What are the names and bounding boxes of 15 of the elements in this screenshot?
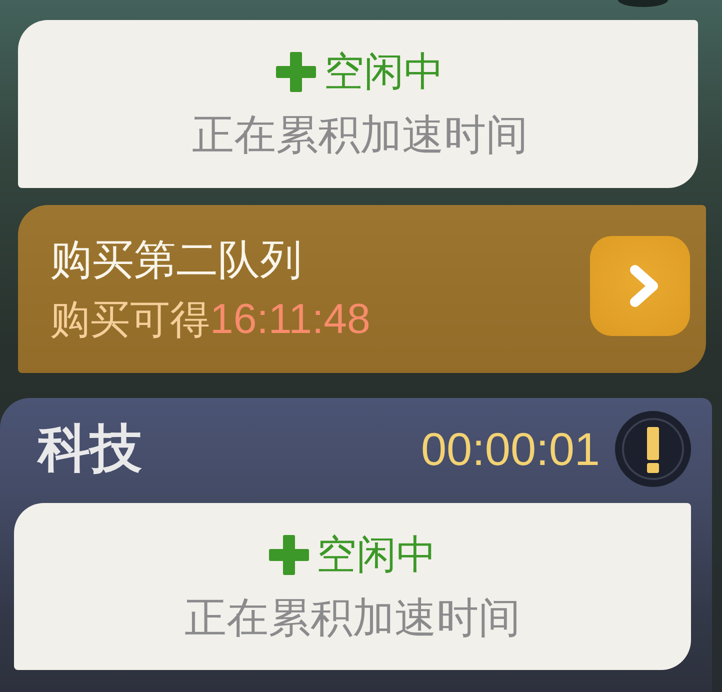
reward-label: 购买可得 bbox=[50, 296, 210, 344]
plus-icon bbox=[276, 52, 316, 92]
banner-title: 购买第二队列 bbox=[50, 234, 303, 284]
round-badge-icon bbox=[618, 0, 668, 7]
status-note: 正在累积加速时间 bbox=[192, 110, 528, 160]
countdown-timer: 00:00:01 bbox=[420, 422, 600, 476]
open-button[interactable] bbox=[590, 236, 690, 336]
alert-icon bbox=[614, 410, 692, 488]
chevron-icon bbox=[629, 264, 659, 308]
status-label: 空闲中 bbox=[324, 48, 444, 96]
section-title: 科技 bbox=[38, 419, 143, 479]
plus-icon bbox=[268, 534, 308, 574]
status-note: 正在累积加速时间 bbox=[184, 592, 520, 642]
reward-timer: 16:11:48 bbox=[210, 294, 370, 342]
status-label: 空闲中 bbox=[316, 530, 436, 578]
